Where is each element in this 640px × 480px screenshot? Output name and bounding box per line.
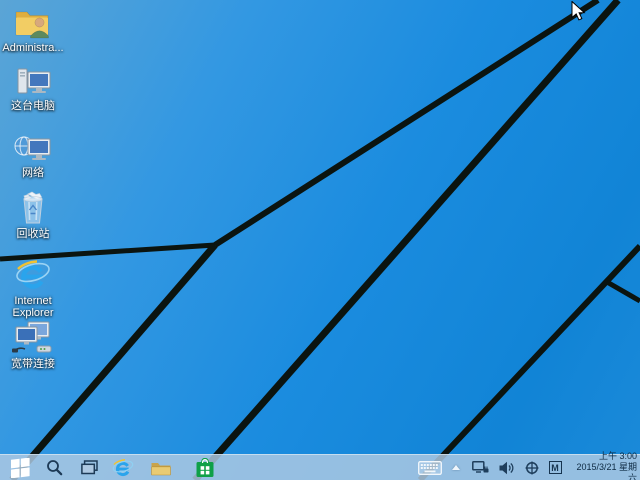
recycle-bin-icon: [1, 191, 65, 226]
desktop-icon-recycle-bin[interactable]: 回收站: [1, 191, 65, 240]
volume-button[interactable]: [493, 455, 519, 480]
chevron-up-icon: [452, 465, 460, 470]
search-icon: [46, 460, 62, 476]
crosshair-circle-icon: [525, 461, 539, 474]
task-view-button[interactable]: [74, 455, 104, 480]
ime-indicator-button[interactable]: M: [545, 455, 565, 480]
desktop-icon-broadband[interactable]: 宽带连接: [1, 321, 65, 370]
desktop-icon-label: 宽带连接: [11, 358, 55, 370]
store-icon: [196, 457, 214, 477]
network-tray-button[interactable]: [467, 455, 493, 480]
touch-keyboard-icon: [418, 460, 442, 475]
taskbar-clock[interactable]: 上午 3:00 2015/3/21 星期六: [569, 451, 640, 480]
folder-icon: [151, 462, 171, 475]
desktop-icon-label: Internet: [14, 295, 52, 307]
internet-explorer-icon: [1, 259, 65, 293]
store-button[interactable]: [190, 455, 220, 480]
desktop-icon-label: Administra...: [2, 42, 64, 54]
volume-icon: [499, 461, 513, 474]
desktop-icon-label-line2: Explorer: [12, 307, 54, 319]
internet-explorer-icon: [112, 459, 134, 477]
network-icon: [471, 460, 488, 473]
desktop-icon-this-pc[interactable]: 这台电脑: [1, 64, 65, 112]
date-label: 2015/3/21 星期六: [576, 462, 637, 480]
desktop-icon-label: 这台电脑: [11, 100, 55, 112]
desktop[interactable]: Administra... 这台电脑 网络 回收站 Internet Explo…: [0, 0, 640, 480]
windows-logo-icon: [10, 457, 30, 478]
desktop-icon-label: 回收站: [16, 228, 50, 240]
hardware-tray-button[interactable]: [519, 455, 545, 480]
desktop-icon-administrator[interactable]: Administra...: [1, 6, 65, 54]
broadband-connection-icon: [1, 321, 65, 356]
system-tray: M 上午 3:00 2015/3/21 星期六: [415, 451, 640, 480]
desktop-icon-label: 网络: [22, 167, 44, 179]
show-hidden-icons-button[interactable]: [445, 455, 467, 480]
desktop-icon-network[interactable]: 网络: [1, 131, 65, 179]
taskbar: M 上午 3:00 2015/3/21 星期六: [0, 451, 640, 480]
mouse-cursor: [571, 1, 586, 21]
task-view-icon: [80, 460, 98, 475]
time-label: 上午 3:00: [598, 451, 637, 461]
computer-icon: [1, 64, 65, 98]
desktop-icon-internet-explorer[interactable]: Internet Explorer: [1, 259, 65, 319]
search-button[interactable]: [39, 455, 69, 480]
user-folder-icon: [1, 6, 65, 40]
touch-keyboard-button[interactable]: [415, 455, 445, 480]
file-explorer-button[interactable]: [146, 455, 176, 480]
network-globe-icon: [1, 131, 65, 165]
start-button[interactable]: [5, 455, 35, 480]
ime-badge: M: [548, 461, 562, 474]
wallpaper-lines: [0, 0, 640, 480]
ie-taskbar-button[interactable]: [108, 455, 138, 480]
